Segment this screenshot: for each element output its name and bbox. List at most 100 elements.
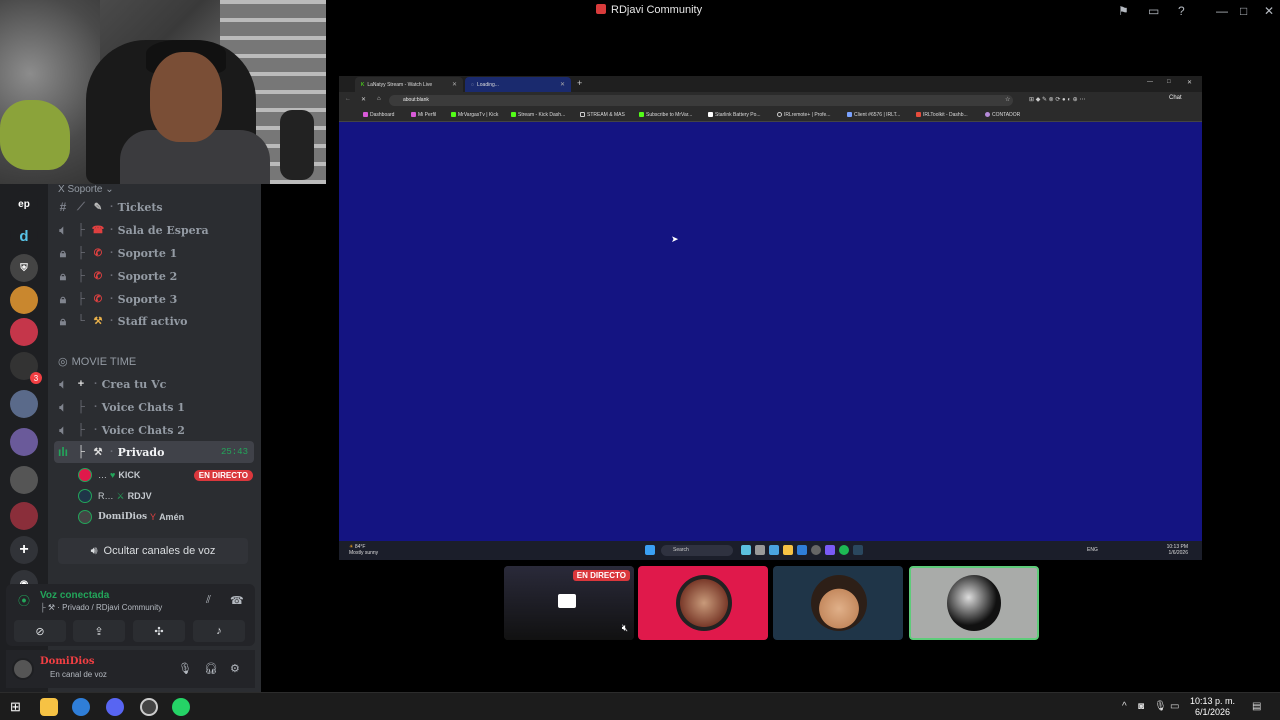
channel-privado[interactable]: ılı ├ ⚒ · Privado 25:43	[54, 441, 254, 463]
avatar[interactable]	[12, 658, 34, 680]
server-shield[interactable]: ⛨	[10, 254, 38, 282]
inbox-icon[interactable]: ▭	[1148, 4, 1159, 18]
minimize-icon[interactable]: —	[1216, 4, 1228, 18]
folder-icon[interactable]	[783, 545, 793, 555]
activities-button[interactable]: ✣	[133, 620, 185, 642]
app-icon[interactable]	[741, 545, 751, 555]
bookmark-item[interactable]: STREAM & MAS	[580, 112, 625, 118]
camera-icon[interactable]: ◙	[1138, 701, 1144, 712]
voice-user-3[interactable]: DomiDios Y Amén	[78, 507, 253, 527]
mic-icon[interactable]: 🎙︎	[1154, 701, 1167, 712]
system-clock[interactable]: 10:13 p. m. 6/1/2026	[1190, 696, 1235, 718]
bookmark-item[interactable]: Client #6576 | IRLT...	[847, 112, 900, 118]
edge-icon[interactable]	[769, 545, 779, 555]
channel-staff-activo[interactable]: 🔒︎ └ ⚒ · Staff activo	[54, 310, 254, 332]
help-icon[interactable]: ?	[1178, 4, 1185, 18]
obs-icon[interactable]	[140, 698, 158, 716]
stream-view[interactable]: K LaNatyy Stream - Watch Live ✕ ◌ Loading..…	[339, 76, 1202, 560]
bookmark-item[interactable]: Stream - Kick Dash...	[511, 112, 565, 118]
participant-tile-speaking[interactable]	[909, 566, 1039, 640]
close-tab-icon[interactable]: ✕	[560, 81, 565, 88]
channel-soporte-3[interactable]: 🔒︎ ├ ✆ · Soporte 3	[54, 288, 254, 310]
screen-share-button[interactable]: ⇪	[73, 620, 125, 642]
channel-voice-chats-2[interactable]: 🔈︎ ├ · Voice Chats 2	[54, 419, 254, 441]
home-icon[interactable]: ⌂	[377, 96, 381, 102]
close-icon[interactable]: ✕	[1264, 4, 1274, 18]
server-group-4[interactable]	[10, 502, 38, 530]
channel-crea-tu-vc[interactable]: 🔈︎ + · Crea tu Vc	[54, 373, 254, 395]
app-icon[interactable]	[755, 545, 765, 555]
server-group-2[interactable]	[10, 428, 38, 456]
bookmark-item[interactable]: Starlink Battery Po...	[708, 112, 761, 118]
whatsapp-icon[interactable]	[172, 698, 190, 716]
browser-tab-2[interactable]: ◌ Loading... ✕	[465, 77, 571, 92]
star-icon[interactable]: ☆	[1005, 96, 1010, 103]
bookmark-item[interactable]: Mi Perfil	[411, 112, 436, 118]
discord-icon[interactable]	[106, 698, 124, 716]
gear-icon[interactable]: ⚙	[230, 662, 240, 675]
windows-start-icon[interactable]	[645, 545, 655, 555]
soundboard-button[interactable]: ♪	[193, 620, 245, 642]
stop-icon[interactable]: ✕	[361, 96, 366, 103]
browser-tab-1[interactable]: K LaNatyy Stream - Watch Live ✕	[355, 77, 463, 92]
channel-soporte-1[interactable]: 🔒︎ ├ ✆ · Soporte 1	[54, 242, 254, 264]
participant-tile[interactable]	[773, 566, 903, 640]
maximize-icon[interactable]: □	[1240, 4, 1247, 18]
bookmark-item[interactable]: CONTADOR	[985, 112, 1020, 118]
back-icon[interactable]: ←	[345, 96, 351, 102]
server-group-3[interactable]	[10, 466, 38, 494]
file-explorer-icon[interactable]	[40, 698, 58, 716]
disconnect-icon[interactable]: ☎	[230, 594, 244, 607]
weather-widget[interactable]: ☀ 84°F Mostly sunny	[349, 544, 378, 556]
bookmark-item[interactable]: IRLToolkit - Dashb...	[916, 112, 968, 118]
stream-preview-tile[interactable]: EN DIRECTO 🔇︎	[504, 566, 634, 640]
url-input[interactable]: about:blank	[389, 95, 1013, 106]
extension-icons[interactable]: ⊞ ◆ ✎ ⊗ ⟳ ● ◐ ⊕ ⋯	[1029, 96, 1085, 103]
headphones-icon[interactable]: 🎧︎	[204, 662, 218, 675]
channel-tickets[interactable]: # ⟋ ✎ · Tickets	[54, 196, 254, 218]
server-orange[interactable]	[10, 286, 38, 314]
new-tab-icon[interactable]: +	[577, 78, 582, 88]
camera-button[interactable]: ⊘	[14, 620, 66, 642]
obs-icon[interactable]	[811, 545, 821, 555]
channel-voice-chats-1[interactable]: 🔈︎ ├ · Voice Chats 1	[54, 396, 254, 418]
microphone-icon[interactable]: 🎙︎	[178, 662, 192, 675]
flag-icon[interactable]: ⚑	[1118, 4, 1129, 18]
close-icon[interactable]: ✕	[1187, 79, 1192, 86]
bookmark-item[interactable]: Subscribe to MrVar...	[639, 112, 692, 118]
bookmark-item[interactable]: IRLremote+ | Profe...	[777, 112, 830, 118]
edge-icon[interactable]	[72, 698, 90, 716]
spotify-icon[interactable]	[839, 545, 849, 555]
minimize-icon[interactable]: —	[1147, 79, 1153, 85]
bookmark-item[interactable]: MrVargasTv | Kick	[451, 112, 498, 118]
chat-button[interactable]: Chat	[1169, 95, 1182, 101]
server-ep[interactable]: ep	[10, 190, 38, 218]
hide-voice-channels-button[interactable]: 🔊︎ Ocultar canales de voz	[58, 538, 248, 564]
channel-sala-de-espera[interactable]: 🔈︎ ├ ☎ · Sala de Espera	[54, 219, 254, 241]
maximize-icon[interactable]: □	[1167, 79, 1171, 85]
category-movie-time[interactable]: ◎ MOVIE TIME	[58, 355, 136, 368]
mute-icon[interactable]: 🔇︎	[622, 623, 628, 634]
notifications-icon[interactable]: ▤	[1252, 701, 1261, 712]
server-da[interactable]: d	[10, 222, 38, 250]
voice-user-2[interactable]: R… ⚔ RDJV	[78, 486, 253, 506]
noise-suppression-icon[interactable]: ⫽	[206, 594, 211, 607]
steam-icon[interactable]	[853, 545, 863, 555]
add-server-icon[interactable]: +	[10, 536, 38, 564]
network-icon[interactable]: ▭	[1170, 701, 1179, 712]
tray-chevron-icon[interactable]: ^	[1122, 701, 1127, 712]
participant-tile[interactable]	[638, 566, 768, 640]
discord-icon[interactable]	[825, 545, 835, 555]
bookmark-item[interactable]: Dashboard	[363, 112, 394, 118]
app-icon[interactable]	[797, 545, 807, 555]
search-box[interactable]: Search	[661, 545, 733, 556]
server-group-1[interactable]	[10, 390, 38, 418]
server-red[interactable]	[10, 318, 38, 346]
bookmark-label: CONTADOR	[992, 112, 1021, 118]
channel-soporte-2[interactable]: 🔒︎ ├ ✆ · Soporte 2	[54, 265, 254, 287]
close-tab-icon[interactable]: ✕	[452, 81, 457, 88]
voice-user-1[interactable]: … ♥ KICK EN DIRECTO	[78, 465, 253, 485]
category-support[interactable]: X Soporte ⌄	[58, 184, 114, 195]
windows-start-icon[interactable]: ⊞	[10, 699, 21, 715]
browser-page-content[interactable]: ➤	[339, 122, 1202, 541]
